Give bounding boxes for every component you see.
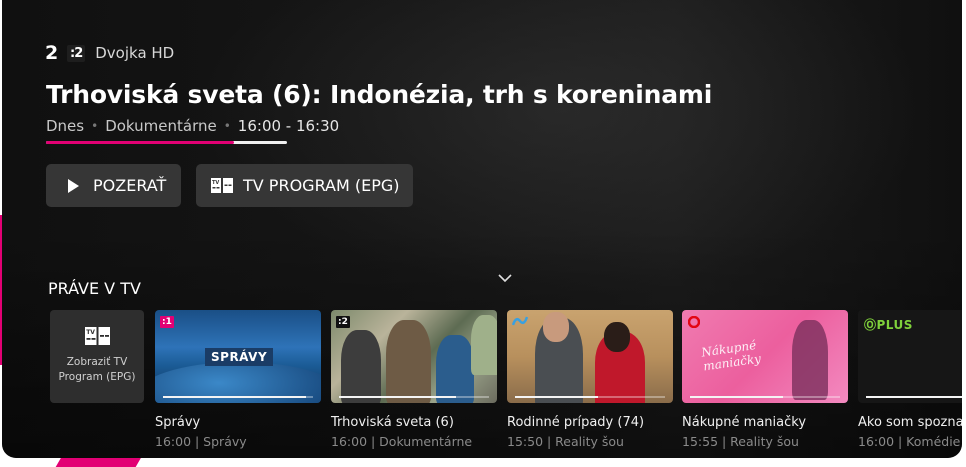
program-thumbnail: SPRÁVY :1 [155, 310, 321, 403]
program-progress-fill [46, 141, 234, 144]
watch-button[interactable]: POZERAŤ [46, 164, 181, 207]
channel-card[interactable]: ⓄPLUS Ako som spoznal 16:00 | Komédie [858, 310, 962, 449]
program-thumbnail: Nákupné maniačky [682, 310, 848, 403]
person-figure [471, 315, 497, 375]
program-progress-fill [866, 396, 962, 398]
tv-program-epg-button[interactable]: TV TV PROGRAM (EPG) [196, 164, 413, 207]
program-thumbnail [507, 310, 673, 403]
now-on-tv-heading: PRÁVE V TV [48, 279, 141, 298]
channel-info: 2 :2 Dvojka HD [45, 42, 174, 64]
show-epg-label: Zobraziť TV Program (EPG) [58, 356, 136, 383]
channel-number: 2 [45, 42, 59, 64]
tv-program-epg-label: TV PROGRAM (EPG) [243, 176, 400, 195]
program-name: Správy [155, 415, 201, 430]
svg-text:TV: TV [212, 180, 219, 186]
channel-badge: :1 [160, 316, 174, 328]
person-figure [792, 320, 828, 400]
channel-card[interactable]: SPRÁVY :1 Správy 16:00 | Správy [155, 310, 321, 449]
person-figure [341, 330, 381, 403]
program-name: Rodinné prípady (74) [507, 415, 645, 430]
program-genre: Dokumentárne [105, 117, 217, 135]
watch-button-label: POZERAŤ [93, 176, 167, 195]
program-time-genre: 16:00 | Komédie [858, 434, 961, 449]
program-progress-fill [163, 396, 306, 398]
person-figure [436, 335, 474, 403]
person-figure [386, 320, 431, 403]
program-progress-bar [515, 396, 665, 398]
program-progress-fill [515, 396, 598, 398]
program-name: Nákupné maniačky [682, 415, 807, 430]
chevron-down-icon[interactable] [497, 272, 513, 284]
meta-separator: • [91, 119, 99, 133]
program-progress-bar [866, 396, 962, 398]
channel-card[interactable]: :2 Trhoviská sveta (6) 16:00 | Dokumentá… [331, 310, 497, 449]
program-progress-fill [690, 396, 783, 398]
program-time-genre: 16:00 | Správy [155, 434, 247, 449]
program-meta: Dnes • Dokumentárne • 16:00 - 16:30 [46, 117, 339, 135]
program-time-genre: 16:00 | Dokumentárne [331, 434, 473, 449]
program-title: Trhoviská sveta (6): Indonézia, trh s ko… [46, 80, 713, 109]
program-thumbnail: :2 [331, 310, 497, 403]
svg-text:TV: TV [86, 329, 95, 336]
channel-logo: ⓄPLUS [864, 318, 913, 332]
channel-card[interactable]: Nákupné maniačky Nákupné maniačky 15:55 … [682, 310, 848, 449]
tv-guide-icon: TV [84, 327, 110, 345]
play-icon [68, 178, 79, 193]
program-progress-fill [339, 396, 456, 398]
channel-logo-icon [688, 316, 700, 328]
program-thumbnail: ⓄPLUS [858, 310, 962, 403]
program-time-genre: 15:55 | Reality šou [682, 434, 799, 449]
channel-logo-icon [512, 316, 528, 326]
show-epg-tile[interactable]: TV Zobraziť TV Program (EPG) [50, 310, 144, 403]
program-day: Dnes [46, 117, 85, 135]
program-name: Trhoviská sveta (6) [331, 415, 454, 430]
program-time: 16:00 - 16:30 [237, 117, 340, 135]
program-progress-bar [690, 396, 840, 398]
person-head [543, 312, 569, 342]
thumbnail-text: Nákupné maniačky [700, 338, 762, 374]
tv-screen: 2 :2 Dvojka HD Trhoviská sveta (6): Indo… [2, 0, 962, 458]
channel-badge: :2 [336, 316, 350, 328]
program-progress-bar [339, 396, 489, 398]
program-time-genre: 15:50 | Reality šou [507, 434, 624, 449]
channel-name: Dvojka HD [95, 44, 175, 62]
channel-card[interactable]: Rodinné prípady (74) 15:50 | Reality šou [507, 310, 673, 449]
channel-logo: :2 [67, 44, 86, 62]
program-progress-bar [46, 141, 287, 144]
person-head [604, 322, 630, 352]
meta-separator: • [223, 119, 231, 133]
program-progress-bar [163, 396, 313, 398]
tv-guide-icon: TV [211, 178, 233, 193]
program-name: Ako som spoznal [858, 415, 962, 430]
thumbnail-text: SPRÁVY [205, 348, 274, 366]
